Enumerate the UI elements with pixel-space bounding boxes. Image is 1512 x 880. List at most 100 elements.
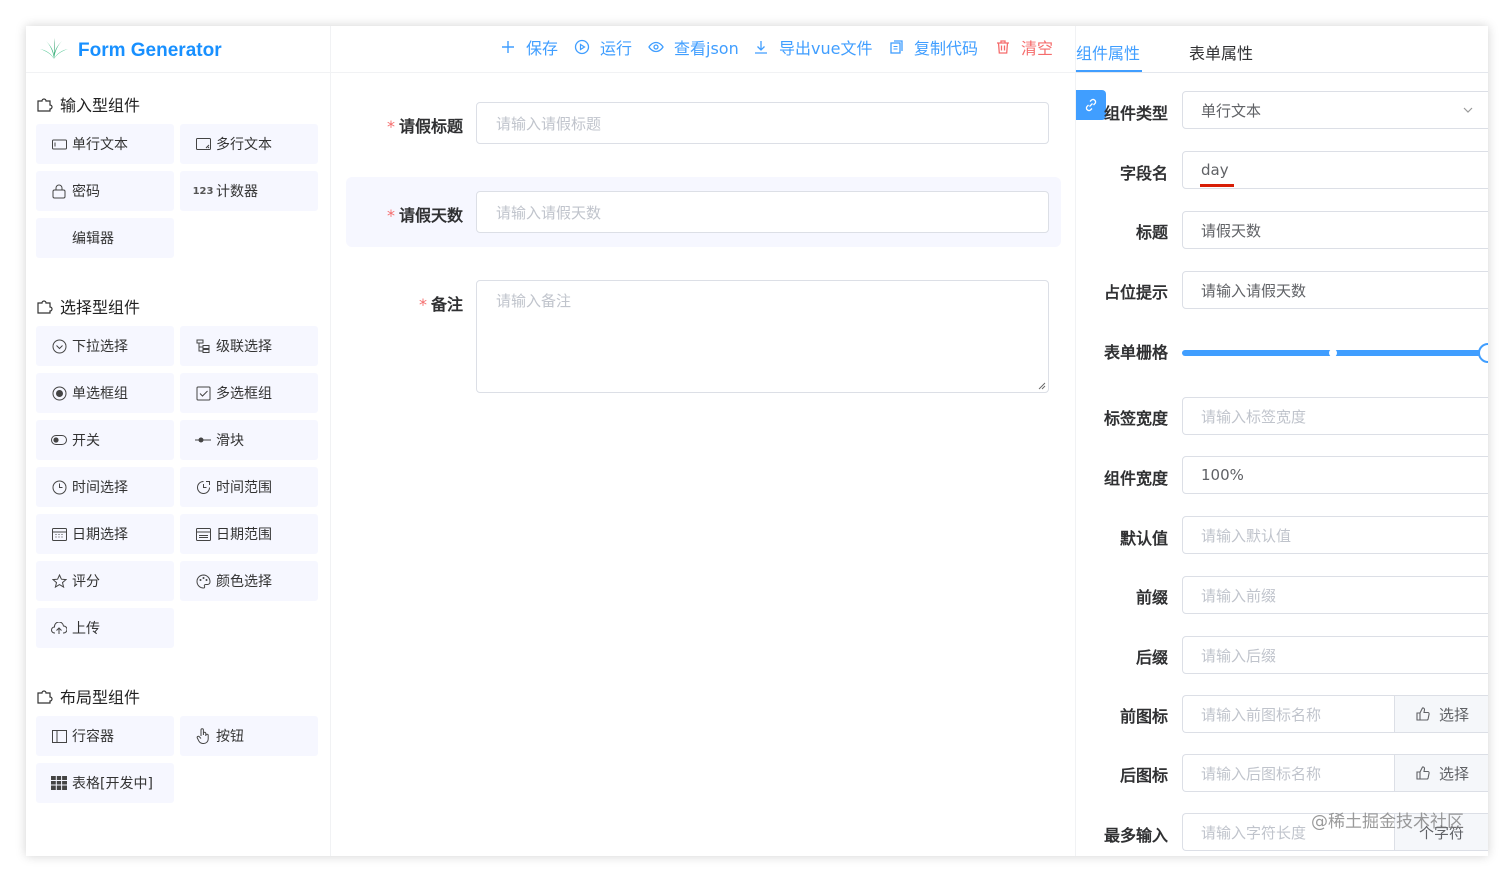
puzzle-icon (36, 95, 54, 113)
checkbox-icon (195, 385, 211, 401)
label-width-input[interactable]: 请输入标签宽度 (1182, 397, 1488, 435)
comp-row[interactable]: 行容器 (36, 716, 174, 756)
comp-rate[interactable]: 评分 (36, 561, 174, 601)
comp-date-range[interactable]: 日期范围 (180, 514, 318, 554)
group-title-select: 选择型组件 (36, 294, 140, 318)
save-button[interactable]: 保存 (500, 36, 558, 58)
row-icon (51, 728, 67, 744)
group-title-layout: 布局型组件 (36, 684, 140, 708)
puzzle-icon (36, 687, 54, 705)
prop-label-maxlength: 最多输入 (1103, 826, 1168, 845)
span-slider-stop (1329, 349, 1337, 357)
number-icon: 123 (192, 185, 214, 197)
prop-label-suffix-icon: 后图标 (1119, 766, 1168, 785)
clock-icon (51, 479, 67, 495)
run-button[interactable]: 运行 (574, 36, 632, 58)
table-icon (51, 775, 67, 791)
switch-icon (51, 432, 67, 448)
comp-time-range[interactable]: 时间范围 (180, 467, 318, 507)
slider-icon (195, 432, 211, 448)
logo: Form Generator (38, 36, 222, 66)
comp-table[interactable]: 表格[开发中] (36, 763, 174, 803)
comp-upload[interactable]: 上传 (36, 608, 174, 648)
component-width-input[interactable]: 100% (1182, 456, 1488, 494)
palette-icon (195, 573, 211, 589)
suffix-input[interactable]: 请输入后缀 (1182, 636, 1488, 674)
comp-cascader[interactable]: 级联选择 (180, 326, 318, 366)
comp-editor[interactable]: 编辑器 (36, 218, 174, 258)
component-sidebar: Form Generator 输入型组件 单行文本 多行文本 密码 123 计数… (26, 26, 331, 856)
comp-password[interactable]: 密码 (36, 171, 174, 211)
comp-button[interactable]: 按钮 (180, 716, 318, 756)
leave-days-input[interactable]: 请输入请假天数 (476, 191, 1049, 233)
date-range-icon (195, 526, 211, 542)
prop-label-suffix: 后缀 (1135, 648, 1168, 667)
comp-radio[interactable]: 单选框组 (36, 373, 174, 413)
logo-icon (38, 37, 70, 65)
radio-icon (51, 385, 67, 401)
clear-button[interactable]: 清空 (995, 36, 1053, 58)
placeholder-input[interactable]: 请输入请假天数 (1182, 271, 1488, 309)
pointer-hand-icon (195, 728, 211, 744)
prop-label-span: 表单栅格 (1103, 343, 1168, 362)
thumb-up-icon (1415, 765, 1431, 781)
prop-label-title: 标题 (1135, 223, 1168, 242)
prop-label-type: 组件类型 (1103, 104, 1168, 123)
copy-code-button[interactable]: 复制代码 (888, 36, 978, 58)
prop-label-label-width: 标签宽度 (1103, 409, 1168, 428)
input-icon (51, 136, 67, 152)
comp-input[interactable]: 单行文本 (36, 124, 174, 164)
puzzle-icon (36, 297, 54, 315)
prop-label-prefix-icon: 前图标 (1119, 707, 1168, 726)
select-icon (51, 338, 67, 354)
comp-date[interactable]: 日期选择 (36, 514, 174, 554)
comp-select[interactable]: 下拉选择 (36, 326, 174, 366)
prefix-icon-input[interactable]: 请输入前图标名称 (1182, 695, 1394, 733)
view-json-button[interactable]: 查看json (648, 36, 739, 58)
comp-time[interactable]: 时间选择 (36, 467, 174, 507)
textarea-icon (195, 136, 211, 152)
suffix-icon-input[interactable]: 请输入后图标名称 (1182, 754, 1394, 792)
trash-icon (995, 39, 1011, 55)
watermark: @稀土掘金技术社区 (1311, 812, 1464, 832)
toolbar: 保存 运行 查看json 导出vue文件 复制代码 清空 (331, 26, 1075, 73)
prefix-icon-choose-button[interactable]: 选择 (1394, 695, 1488, 733)
prop-label-placeholder: 占位提示 (1103, 283, 1168, 302)
tab-divider (1076, 72, 1488, 73)
properties-panel: 组件属性 表单属性 组件类型 单行文本 字段名 day 标题 请假天数 占位提示… (1075, 26, 1488, 856)
component-type-select[interactable]: 单行文本 (1182, 91, 1488, 129)
comp-switch[interactable]: 开关 (36, 420, 174, 460)
header-divider (26, 72, 331, 73)
editor-icon (51, 230, 67, 246)
upload-icon (51, 620, 67, 636)
download-icon (753, 39, 769, 55)
remark-textarea[interactable]: 请输入备注 (476, 280, 1049, 393)
leave-title-input[interactable]: 请输入请假标题 (476, 102, 1049, 144)
span-slider-handle[interactable] (1478, 343, 1488, 363)
title-input[interactable]: 请假天数 (1182, 211, 1488, 249)
cascader-icon (195, 338, 211, 354)
comp-textarea[interactable]: 多行文本 (180, 124, 318, 164)
app-title: Form Generator (78, 40, 222, 61)
prop-label-prefix: 前缀 (1135, 588, 1168, 607)
comp-color[interactable]: 颜色选择 (180, 561, 318, 601)
plus-icon (500, 39, 516, 55)
comp-slider[interactable]: 滑块 (180, 420, 318, 460)
form-canvas: * 请假标题 请输入请假标题 * 请假天数 请输入请假天数 * 备注 请输入备注 (331, 73, 1075, 856)
password-icon (51, 183, 67, 199)
prop-label-field: 字段名 (1119, 164, 1168, 183)
comp-number[interactable]: 123 计数器 (180, 171, 318, 211)
chevron-down-icon (1463, 107, 1473, 113)
default-value-input[interactable]: 请输入默认值 (1182, 516, 1488, 554)
copy-icon (888, 39, 904, 55)
thumb-up-icon (1415, 706, 1431, 722)
field-label-title: * 请假标题 (386, 117, 463, 136)
comp-checkbox[interactable]: 多选框组 (180, 373, 318, 413)
prop-label-default: 默认值 (1119, 529, 1168, 548)
tab-component-props[interactable]: 组件属性 (1076, 40, 1140, 64)
suffix-icon-choose-button[interactable]: 选择 (1394, 754, 1488, 792)
tab-form-props[interactable]: 表单属性 (1189, 40, 1253, 64)
prefix-input[interactable]: 请输入前缀 (1182, 576, 1488, 614)
export-vue-button[interactable]: 导出vue文件 (753, 36, 872, 58)
resize-handle-icon[interactable] (1038, 382, 1046, 390)
